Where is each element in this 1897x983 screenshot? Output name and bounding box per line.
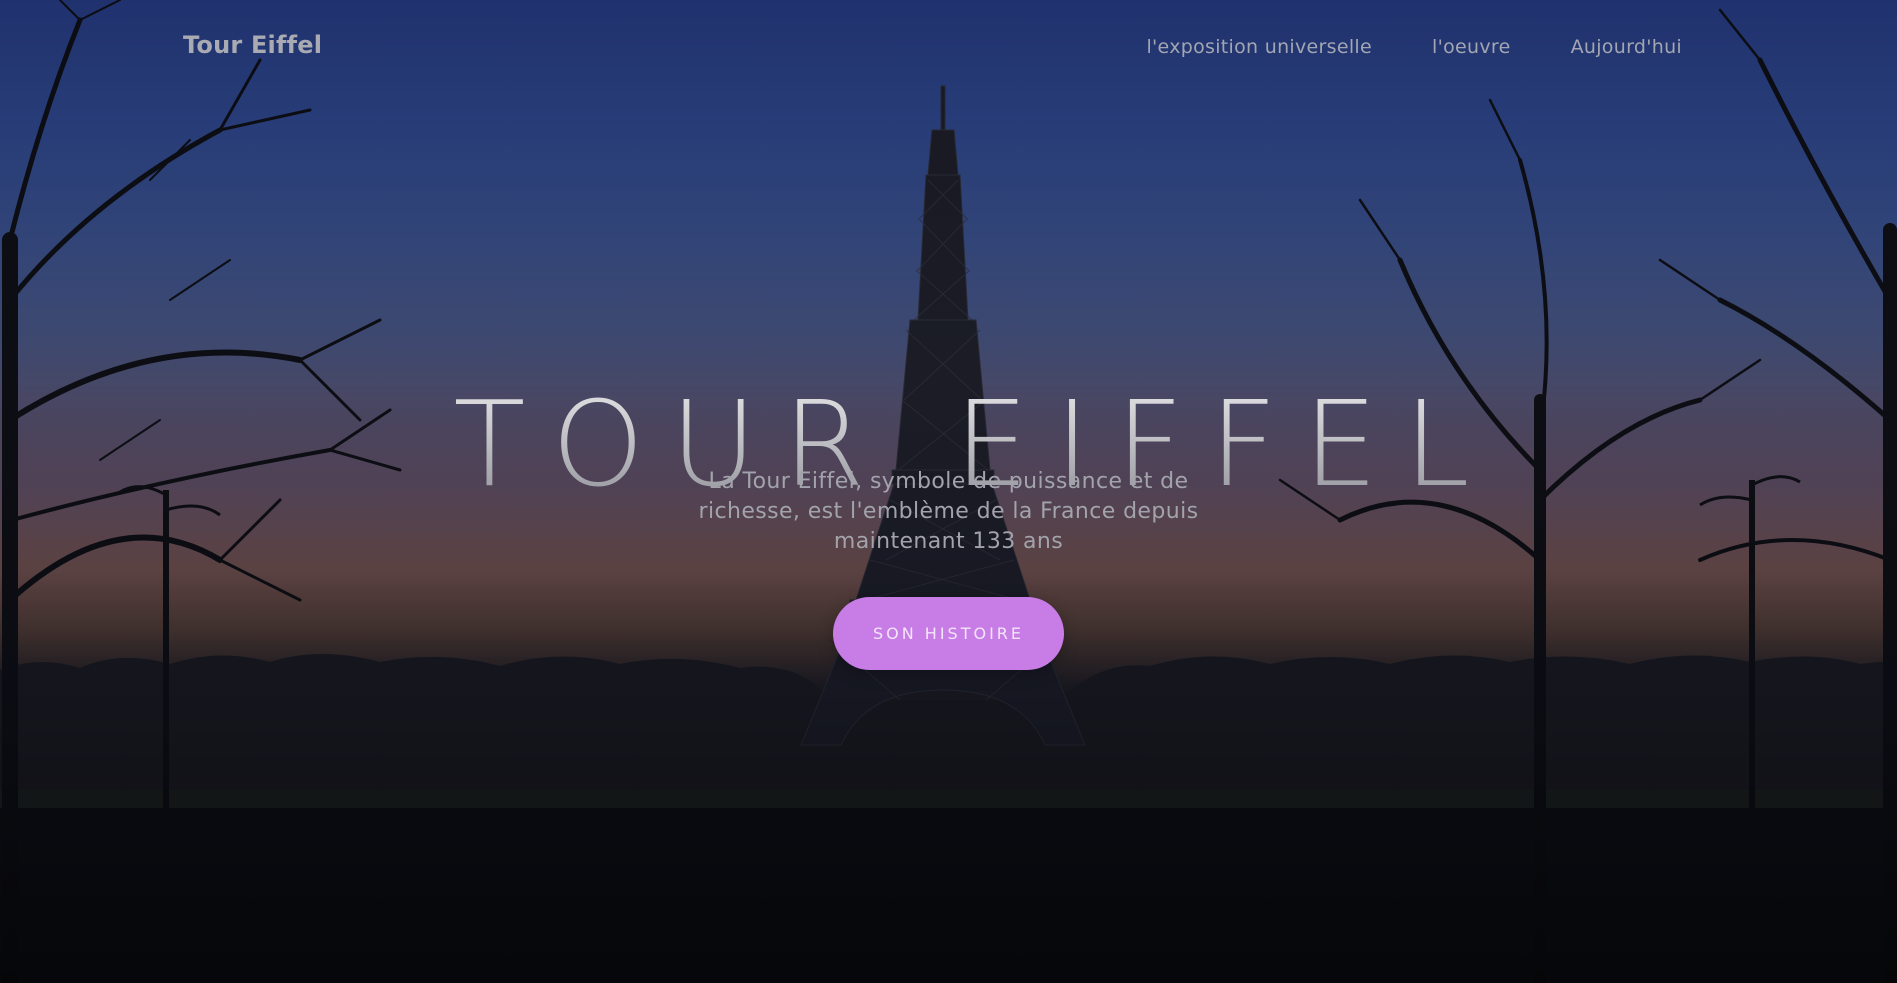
nav-menu: l'exposition universelle l'oeuvre Aujour… <box>1146 36 1682 58</box>
nav-link-exposition-universelle[interactable]: l'exposition universelle <box>1146 36 1372 58</box>
hero-subtitle: La Tour Eiffel, symbole de puissance et … <box>698 469 1199 554</box>
son-histoire-button[interactable]: SON HISTOIRE <box>833 597 1064 670</box>
brand-logo-link[interactable]: Tour Eiffel <box>183 31 322 59</box>
nav-link-aujourdhui[interactable]: Aujourd'hui <box>1571 36 1682 58</box>
top-navigation: Tour Eiffel l'exposition universelle l'o… <box>0 0 1897 96</box>
nav-link-oeuvre[interactable]: l'oeuvre <box>1432 36 1511 58</box>
hero-section: Tour Eiffel l'exposition universelle l'o… <box>0 0 1897 983</box>
